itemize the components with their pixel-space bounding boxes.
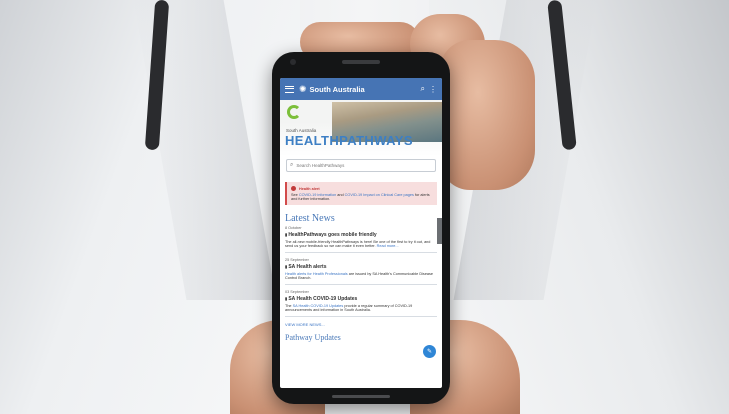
more-icon[interactable]: ⋮ — [429, 85, 437, 94]
news-date: 8 October — [285, 226, 302, 230]
news-title[interactable]: SA Health COVID-19 Updates — [285, 296, 437, 302]
news-item: 25 September SA Health alerts Health ale… — [285, 258, 437, 285]
alert-title: Health alert — [291, 186, 433, 191]
brand-name: HEALTHPATHWAYS — [285, 133, 413, 148]
alert-icon — [291, 186, 296, 191]
hero-banner: South Australia HEALTHPATHWAYS — [280, 100, 442, 156]
healthpathways-logo-icon — [287, 105, 301, 119]
news-item: 03 September SA Health COVID-19 Updates … — [285, 290, 437, 317]
news-body: Health alerts for Health Professionals a… — [285, 272, 437, 280]
news-body-text: The all-new mobile-friendly HealthPathwa… — [285, 240, 431, 248]
menu-icon[interactable] — [285, 85, 294, 93]
search-placeholder: Search HealthPathways — [296, 163, 345, 168]
search-icon[interactable]: ⌕ — [421, 84, 425, 94]
news-date: 25 September — [285, 258, 309, 262]
news-date: 03 September — [285, 290, 309, 294]
right-hand-side — [440, 40, 535, 190]
smartphone: ✺ South Australia ⌕ ⋮ South Australia HE… — [272, 52, 450, 404]
alert-title-text: Health alert — [299, 186, 320, 191]
covid-impact-link[interactable]: COVID-19 Impact on Clinical Care pages — [345, 193, 414, 197]
alert-body: See COVID-19 information and COVID-19 Im… — [291, 193, 433, 201]
news-item: 8 October HealthPathways goes mobile fri… — [285, 226, 437, 253]
front-camera — [290, 59, 296, 65]
chat-fab-button[interactable]: ✎ — [423, 345, 436, 358]
sa-logo-icon: ✺ — [299, 83, 307, 94]
app-topbar: ✺ South Australia ⌕ ⋮ — [280, 78, 442, 100]
chat-icon: ✎ — [426, 349, 433, 355]
phone-screen: ✺ South Australia ⌕ ⋮ South Australia HE… — [280, 78, 442, 388]
view-more-news-link[interactable]: VIEW MORE NEWS... — [285, 322, 437, 327]
search-field-icon: ⌕ — [290, 162, 294, 168]
news-body: The all-new mobile-friendly HealthPathwa… — [285, 240, 437, 248]
news-body: The SA Health COVID-19 Updates provide a… — [285, 304, 437, 312]
news-title[interactable]: HealthPathways goes mobile friendly — [285, 232, 437, 238]
read-more-link[interactable]: Read more... — [377, 244, 399, 248]
latest-news-heading: Latest News — [285, 213, 335, 224]
alert-mid: and — [337, 193, 344, 197]
pathway-updates-heading: Pathway Updates — [285, 333, 341, 342]
health-alert-box: Health alert See COVID-19 information an… — [285, 182, 437, 205]
region-title: South Australia — [309, 84, 365, 94]
earpiece-speaker — [342, 60, 380, 64]
send-feedback-tab[interactable] — [437, 218, 442, 244]
news-title[interactable]: SA Health alerts — [285, 264, 437, 270]
search-input[interactable]: ⌕ Search HealthPathways — [286, 159, 436, 172]
home-indicator — [332, 395, 390, 398]
